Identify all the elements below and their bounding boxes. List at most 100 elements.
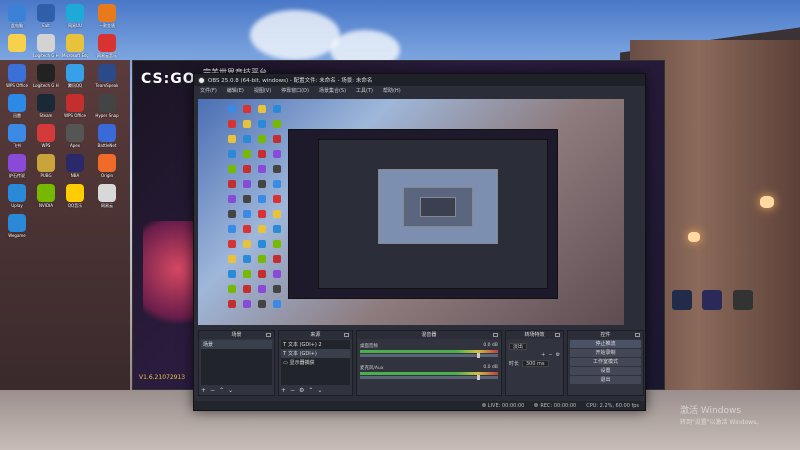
obs-window[interactable]: OBS 25.0.8 (64-bit, windows) - 配置文件: 未命名… bbox=[193, 73, 646, 411]
add-transition-button[interactable]: + bbox=[541, 352, 545, 358]
desktop-icon[interactable]: QQ音乐 bbox=[62, 184, 88, 209]
app-icon bbox=[37, 64, 55, 82]
desktop-icon[interactable]: Logitech G HUB bbox=[33, 34, 59, 58]
desktop-shortcut-icon[interactable] bbox=[733, 290, 753, 310]
desktop-icon[interactable]: Steam bbox=[33, 94, 59, 118]
desktop-icon[interactable] bbox=[4, 34, 30, 53]
desktop-icon[interactable]: Apex bbox=[62, 124, 88, 148]
remove-transition-button[interactable]: − bbox=[548, 352, 552, 358]
move-down-button[interactable]: ⌄ bbox=[228, 387, 233, 394]
transition-select[interactable]: 淡出 bbox=[506, 342, 563, 351]
desktop-icon[interactable]: Microsoft Edge bbox=[62, 34, 88, 58]
source-item[interactable]: T 文本 (GDI+) 2 bbox=[281, 340, 350, 349]
settings-button[interactable]: 设置 bbox=[570, 367, 641, 375]
preview-icon bbox=[258, 285, 266, 293]
scenes-list[interactable]: 场景 bbox=[201, 340, 272, 385]
csgo-version: V1.6.21072913 bbox=[139, 374, 186, 381]
volume-fader[interactable] bbox=[359, 353, 498, 358]
stop-streaming-button[interactable]: 停止推流 bbox=[570, 340, 641, 348]
preview-icon bbox=[273, 300, 281, 308]
preview-icon bbox=[228, 150, 236, 158]
desktop-shortcut-icon[interactable] bbox=[702, 290, 722, 310]
add-source-button[interactable]: + bbox=[281, 387, 286, 394]
studio-mode-button[interactable]: 工作室模式 bbox=[570, 358, 641, 366]
preview-icon bbox=[258, 195, 266, 203]
remove-scene-button[interactable]: − bbox=[210, 387, 215, 394]
add-scene-button[interactable]: + bbox=[201, 387, 206, 394]
duration-input[interactable]: 300 ms bbox=[521, 360, 549, 367]
desktop-icon[interactable]: 网易云 bbox=[94, 184, 120, 209]
preview-icon bbox=[273, 120, 281, 128]
menu-view[interactable]: 视图(V) bbox=[254, 87, 271, 94]
app-icon bbox=[8, 94, 26, 112]
desktop-icon-label: TeamSpeak bbox=[95, 83, 119, 88]
remove-source-button[interactable]: − bbox=[290, 387, 295, 394]
volume-fader[interactable] bbox=[359, 375, 498, 380]
desktop-icon[interactable]: 网易UU bbox=[62, 4, 88, 29]
desktop-icon-label: Wegame bbox=[8, 233, 26, 238]
source-settings-icon[interactable]: ⚙ bbox=[299, 387, 304, 394]
desktop-icon[interactable]: Origin bbox=[94, 154, 120, 178]
menu-help[interactable]: 帮助(H) bbox=[383, 87, 401, 94]
desktop-icon[interactable]: 迅雷 bbox=[4, 94, 30, 119]
transition-settings-icon[interactable]: ⚙ bbox=[556, 352, 560, 358]
preview-icon bbox=[228, 180, 236, 188]
preview-icon bbox=[258, 165, 266, 173]
desktop-icon[interactable]: 网易云音乐 bbox=[94, 34, 120, 59]
scenes-toolbar: + − ⌃ ⌄ bbox=[201, 386, 272, 394]
menu-file[interactable]: 文件(F) bbox=[200, 87, 217, 94]
desktop-icon[interactable]: PUBG bbox=[33, 154, 59, 178]
desktop-icon-label: Origin bbox=[100, 173, 114, 178]
menu-docks[interactable]: 停靠窗口(D) bbox=[281, 87, 309, 94]
mixer-channel: 麦克风/Aux 0.0 dB bbox=[359, 365, 498, 380]
desktop-icon[interactable]: Wegame bbox=[4, 214, 30, 238]
desktop-icon-label: Logitech G HUB bbox=[33, 53, 59, 58]
desktop-shortcut-icon[interactable] bbox=[672, 290, 692, 310]
desktop-icon[interactable]: NBA bbox=[62, 154, 88, 178]
obs-titlebar[interactable]: OBS 25.0.8 (64-bit, windows) - 配置文件: 未命名… bbox=[194, 74, 645, 86]
windows-activation-watermark: 激活 Windows 转到"设置"以激活 Windows。 bbox=[680, 406, 763, 426]
app-icon bbox=[66, 4, 84, 22]
menu-edit[interactable]: 编辑(E) bbox=[227, 87, 244, 94]
start-recording-button[interactable]: 开始录制 bbox=[570, 349, 641, 357]
desktop-icon-label: WPS Office bbox=[6, 83, 28, 88]
sources-list[interactable]: T 文本 (GDI+) 2 T 文本 (GDI+) ▭ 显示器捕获 bbox=[280, 340, 350, 385]
desktop-icon[interactable]: BattleNet bbox=[94, 124, 120, 148]
desktop-icon[interactable]: NVIDIA bbox=[33, 184, 59, 208]
desktop-icon[interactable]: Hyper Snap bbox=[94, 94, 120, 118]
source-item[interactable]: T 文本 (GDI+) bbox=[280, 349, 350, 358]
preview-icon bbox=[258, 270, 266, 278]
menu-scene-collection[interactable]: 场景集合(S) bbox=[319, 87, 346, 94]
desktop-icon[interactable]: 一款金盾 bbox=[94, 4, 120, 29]
obs-preview-canvas[interactable] bbox=[198, 99, 624, 325]
desktop-icon[interactable]: Ealt bbox=[33, 4, 59, 28]
move-up-button[interactable]: ⌃ bbox=[219, 387, 224, 394]
desktop-icon[interactable]: Logitech G HUB bbox=[33, 64, 59, 88]
exit-button[interactable]: 退出 bbox=[570, 376, 641, 384]
controls-dock-title: 控件 bbox=[568, 331, 643, 339]
desktop-icon[interactable]: TeamSpeak bbox=[94, 64, 120, 88]
desktop-icon-label: NVIDIA bbox=[39, 203, 53, 208]
desktop-icon[interactable]: 腾讯QQ bbox=[62, 64, 88, 89]
scene-item[interactable]: 场景 bbox=[201, 340, 272, 349]
channel-name: 桌面音频 bbox=[359, 344, 378, 349]
move-down-button[interactable]: ⌄ bbox=[317, 387, 322, 394]
desktop-icon[interactable]: Uplay bbox=[4, 184, 30, 208]
app-icon bbox=[8, 34, 26, 52]
desktop-icon[interactable]: WPS Office bbox=[62, 94, 88, 118]
desktop-icon[interactable]: 此电脑 bbox=[4, 4, 30, 29]
preview-icon bbox=[243, 300, 251, 308]
desktop-icon[interactable]: WPS bbox=[33, 124, 59, 148]
desktop-icon-label: Logitech G HUB bbox=[33, 83, 59, 88]
preview-icon bbox=[273, 240, 281, 248]
source-item[interactable]: ▭ 显示器捕获 bbox=[281, 358, 350, 367]
preview-icon bbox=[258, 135, 266, 143]
preview-icon bbox=[243, 120, 251, 128]
preview-icon bbox=[243, 105, 251, 113]
desktop-icon[interactable]: 炉石传说 bbox=[4, 154, 30, 179]
desktop-icon[interactable]: WPS Office bbox=[4, 64, 30, 88]
desktop-icon[interactable]: 飞书 bbox=[4, 124, 30, 149]
menu-tools[interactable]: 工具(T) bbox=[356, 87, 373, 94]
move-up-button[interactable]: ⌃ bbox=[308, 387, 313, 394]
app-icon bbox=[8, 64, 26, 82]
